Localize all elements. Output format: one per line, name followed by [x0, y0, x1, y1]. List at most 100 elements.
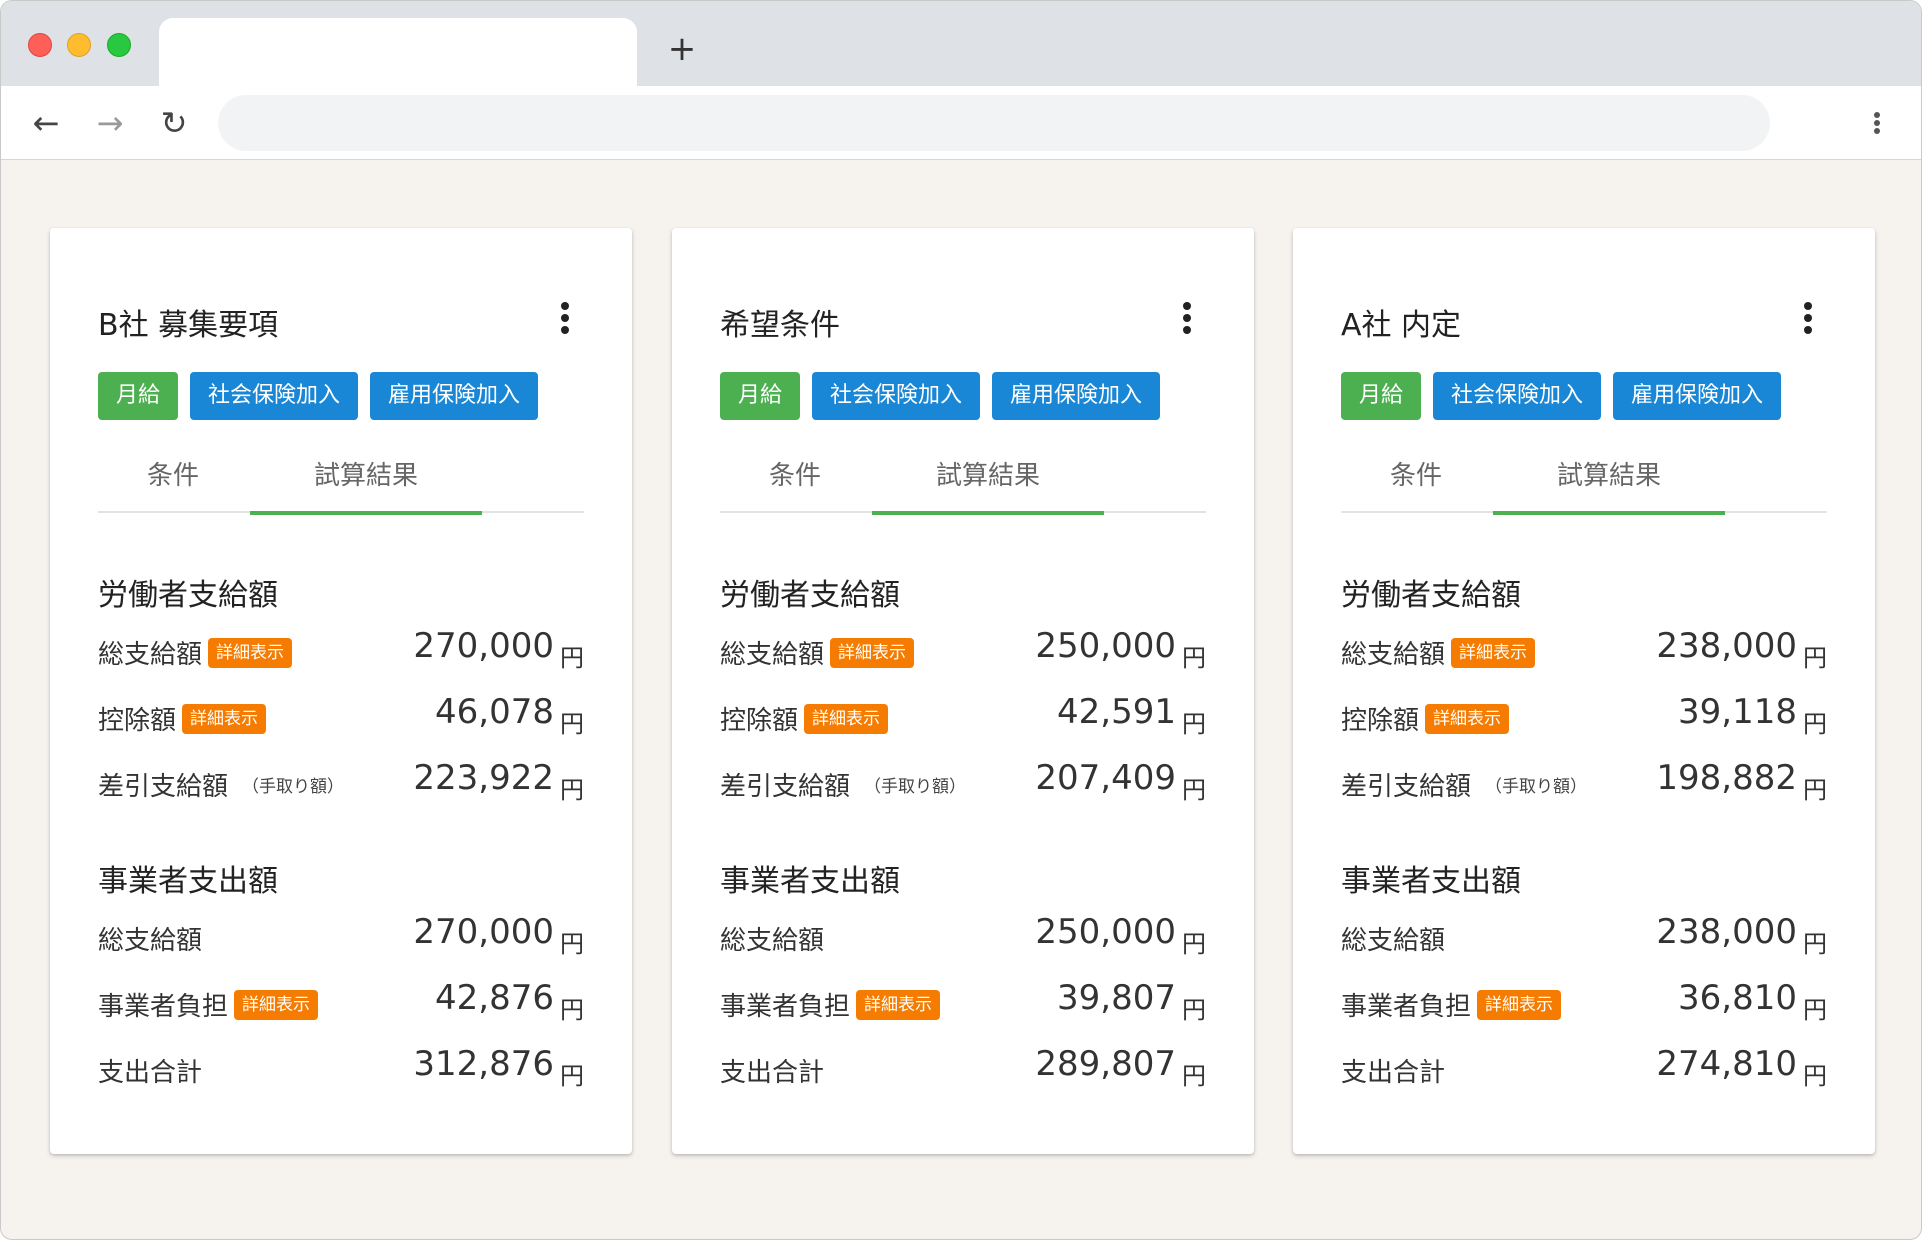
- show-details-button[interactable]: 詳細表示: [208, 637, 293, 668]
- amount-label: 差引支給額: [98, 772, 229, 802]
- amount-row: 差引支給額 （手取り額） 223,922 円: [98, 758, 584, 806]
- tab-conditions[interactable]: 条件: [720, 456, 870, 513]
- address-bar[interactable]: [218, 95, 1770, 151]
- amount-value: 42,591: [1057, 692, 1176, 732]
- close-window-button[interactable]: [28, 33, 52, 57]
- amount-value: 36,810: [1678, 978, 1797, 1018]
- show-details-button[interactable]: 詳細表示: [1477, 989, 1562, 1020]
- condition-chip: 雇用保険加入: [1613, 372, 1782, 420]
- condition-chip: 月給: [1341, 372, 1422, 420]
- amount-value: 42,876: [435, 978, 554, 1018]
- amount-row-label-group: 事業者負担 詳細表示: [720, 986, 941, 1023]
- result-card: B社 募集要項 月給 社会保険加入 雇用保険加入 条件 試算結果 労働者支給額 総支給額 詳細表…: [50, 228, 632, 1154]
- amount-label: 総支給額: [1341, 926, 1446, 956]
- amount-row: 総支給額 詳細表示 238,000 円: [1341, 626, 1827, 674]
- take-home-note: （手取り額）: [1485, 777, 1588, 797]
- new-tab-button[interactable]: +: [664, 31, 700, 67]
- condition-chip: 雇用保険加入: [992, 372, 1161, 420]
- currency-unit: 円: [1803, 776, 1827, 804]
- amount-label: 差引支給額: [1341, 772, 1472, 802]
- browser-menu-icon[interactable]: [1865, 104, 1889, 142]
- back-arrow-icon[interactable]: ←: [27, 104, 65, 142]
- amount-row-label-group: 総支給額 詳細表示: [720, 634, 915, 671]
- browser-tab-active[interactable]: [159, 18, 637, 86]
- amount-label: 事業者負担: [1341, 992, 1472, 1022]
- currency-unit: 円: [560, 644, 584, 672]
- amount-value: 289,807: [1035, 1044, 1176, 1084]
- condition-chip: 月給: [720, 372, 801, 420]
- show-details-button[interactable]: 詳細表示: [830, 637, 915, 668]
- card-tabs: 条件 試算結果: [1341, 456, 1827, 515]
- amount-label: 支出合計: [1341, 1058, 1446, 1088]
- tab-results[interactable]: 試算結果: [250, 456, 482, 515]
- show-details-button[interactable]: 詳細表示: [182, 703, 267, 734]
- amount-value: 270,000: [413, 626, 554, 666]
- amount-row-label-group: 総支給額 詳細表示: [1341, 634, 1536, 671]
- currency-unit: 円: [1803, 644, 1827, 672]
- amount-row: 事業者負担 詳細表示 39,807 円: [720, 978, 1206, 1026]
- amount-label: 事業者負担: [98, 992, 229, 1022]
- show-details-button[interactable]: 詳細表示: [1425, 703, 1510, 734]
- amount-label: 控除額: [98, 706, 177, 736]
- amount-row-label-group: 支出合計: [1341, 1052, 1445, 1089]
- zoom-window-button[interactable]: [107, 33, 131, 57]
- currency-unit: 円: [1182, 710, 1206, 738]
- more-vert-icon[interactable]: [1180, 300, 1194, 336]
- condition-chip: 社会保険加入: [812, 372, 981, 420]
- amount-label: 支出合計: [98, 1058, 203, 1088]
- show-details-button[interactable]: 詳細表示: [804, 703, 889, 734]
- employer-section-heading: 事業者支出額: [98, 864, 278, 899]
- currency-unit: 円: [560, 710, 584, 738]
- tab-conditions[interactable]: 条件: [1341, 456, 1491, 513]
- employer-section-heading: 事業者支出額: [1341, 864, 1521, 899]
- minimize-window-button[interactable]: [67, 33, 91, 57]
- currency-unit: 円: [1182, 996, 1206, 1024]
- amount-label: 控除額: [1341, 706, 1420, 736]
- amount-row: 総支給額 250,000 円: [720, 912, 1206, 960]
- amount-row: 支出合計 289,807 円: [720, 1044, 1206, 1092]
- card-tabs: 条件 試算結果: [98, 456, 584, 515]
- forward-arrow-icon[interactable]: →: [91, 104, 129, 142]
- condition-chip: 社会保険加入: [190, 372, 359, 420]
- worker-section-heading: 労働者支給額: [1341, 578, 1521, 613]
- condition-chips: 月給 社会保険加入 雇用保険加入: [1341, 372, 1782, 420]
- show-details-button[interactable]: 詳細表示: [856, 989, 941, 1020]
- currency-unit: 円: [1182, 930, 1206, 958]
- amount-row: 事業者負担 詳細表示 42,876 円: [98, 978, 584, 1026]
- browser-window: + ← → ↻ B社 募集要項 月給 社会保険加入 雇用保険加入 条件 試算結果 労働者支給…: [0, 0, 1922, 1240]
- amount-row-label-group: 支出合計: [98, 1052, 202, 1089]
- more-vert-icon[interactable]: [1801, 300, 1815, 336]
- condition-chips: 月給 社会保険加入 雇用保険加入: [720, 372, 1161, 420]
- amount-row: 総支給額 詳細表示 250,000 円: [720, 626, 1206, 674]
- amount-label: 総支給額: [98, 640, 203, 670]
- reload-icon[interactable]: ↻: [155, 104, 193, 142]
- currency-unit: 円: [1803, 710, 1827, 738]
- amount-row-label-group: 控除額 詳細表示: [1341, 700, 1510, 737]
- tab-results[interactable]: 試算結果: [872, 456, 1104, 515]
- amount-row-label-group: 差引支給額 （手取り額）: [1341, 766, 1587, 803]
- show-details-button[interactable]: 詳細表示: [1451, 637, 1536, 668]
- amount-value: 46,078: [435, 692, 554, 732]
- amount-label: 差引支給額: [720, 772, 851, 802]
- amount-row-label-group: 総支給額: [720, 920, 824, 957]
- worker-section-heading: 労働者支給額: [98, 578, 278, 613]
- amount-row: 事業者負担 詳細表示 36,810 円: [1341, 978, 1827, 1026]
- more-vert-icon[interactable]: [558, 300, 572, 336]
- tab-conditions[interactable]: 条件: [98, 456, 248, 513]
- amount-row: 総支給額 238,000 円: [1341, 912, 1827, 960]
- tab-results[interactable]: 試算結果: [1493, 456, 1725, 515]
- currency-unit: 円: [560, 1062, 584, 1090]
- currency-unit: 円: [560, 776, 584, 804]
- tab-strip: +: [1, 1, 1921, 86]
- show-details-button[interactable]: 詳細表示: [234, 989, 319, 1020]
- amount-row-label-group: 支出合計: [720, 1052, 824, 1089]
- amount-value: 207,409: [1035, 758, 1176, 798]
- amount-value: 250,000: [1035, 912, 1176, 952]
- amount-label: 総支給額: [720, 926, 825, 956]
- amount-value: 39,118: [1678, 692, 1797, 732]
- result-card: 希望条件 月給 社会保険加入 雇用保険加入 条件 試算結果 労働者支給額 総支給額 詳細表示 25…: [672, 228, 1254, 1154]
- condition-chips: 月給 社会保険加入 雇用保険加入: [98, 372, 539, 420]
- amount-row: 支出合計 274,810 円: [1341, 1044, 1827, 1092]
- amount-label: 総支給額: [1341, 640, 1446, 670]
- amount-label: 支出合計: [720, 1058, 825, 1088]
